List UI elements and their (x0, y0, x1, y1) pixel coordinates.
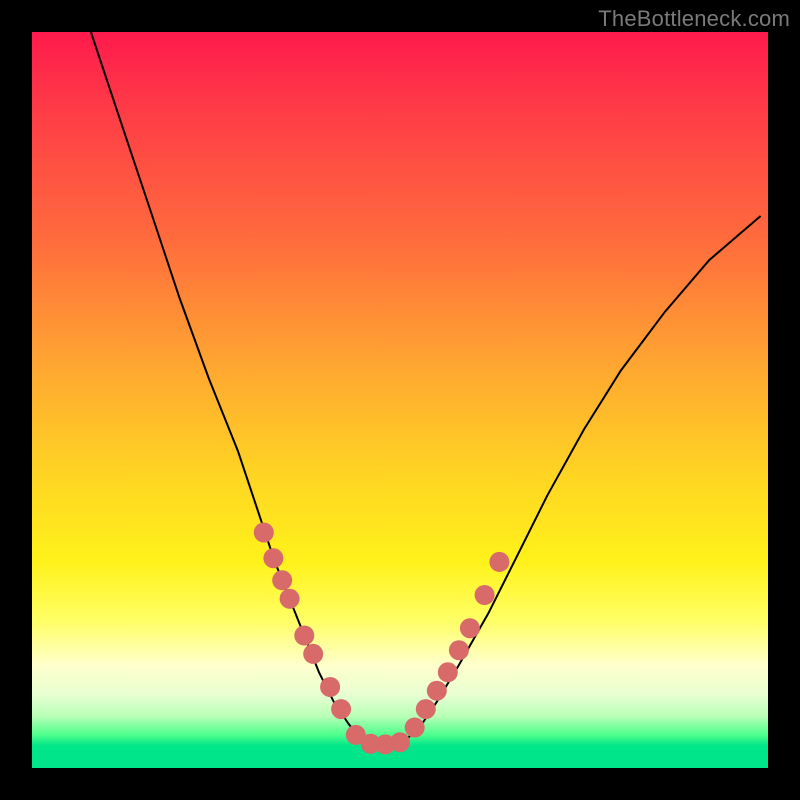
curve-layer (32, 32, 768, 768)
curve-marker (254, 523, 274, 543)
curve-marker (405, 718, 425, 738)
curve-marker (331, 699, 351, 719)
curve-marker (390, 732, 410, 752)
curve-marker (280, 589, 300, 609)
curve-marker (475, 585, 495, 605)
bottleneck-curve-path (91, 32, 761, 746)
curve-marker (489, 552, 509, 572)
curve-marker (449, 640, 469, 660)
curve-marker (416, 699, 436, 719)
curve-marker (272, 570, 292, 590)
watermark-text: TheBottleneck.com (598, 6, 790, 32)
curve-marker (320, 677, 340, 697)
curve-marker (460, 618, 480, 638)
curve-marker (427, 681, 447, 701)
curve-marker (263, 548, 283, 568)
chart-frame: TheBottleneck.com (0, 0, 800, 800)
plot-area (32, 32, 768, 768)
curve-marker (294, 626, 314, 646)
curve-marker (303, 644, 323, 664)
bottleneck-curve (91, 32, 761, 746)
marker-group (254, 523, 510, 755)
curve-marker (438, 662, 458, 682)
